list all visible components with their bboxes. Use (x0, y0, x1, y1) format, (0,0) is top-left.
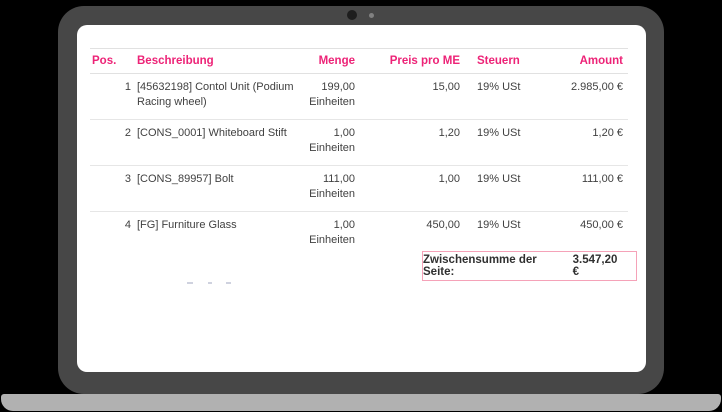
cell-description: [FG] Furniture Glass (135, 218, 303, 248)
qty-unit: Einheiten (309, 188, 355, 200)
cell-price: 450,00 (355, 218, 460, 248)
cell-description: [CONS_0001] Whiteboard Stift (135, 126, 303, 156)
cell-tax: 19% USt (460, 80, 552, 110)
column-header-pos: Pos. (90, 55, 135, 67)
cell-pos: 3 (90, 172, 135, 202)
laptop-screen: Pos. Beschreibung Menge Preis pro ME Ste… (77, 25, 646, 372)
cell-qty: 199,00 Einheiten (303, 80, 355, 110)
cell-amount: 111,00 € (552, 172, 628, 202)
page-subtotal-value: 3.547,20 € (573, 254, 626, 278)
webcam-led-icon (369, 13, 374, 18)
cell-amount: 2.985,00 € (552, 80, 628, 110)
qty-unit: Einheiten (309, 142, 355, 154)
qty-unit: Einheiten (309, 234, 355, 246)
cell-qty: 1,00 Einheiten (303, 218, 355, 248)
cell-tax: 19% USt (460, 218, 552, 248)
laptop-base (1, 394, 721, 411)
cell-price: 1,20 (355, 126, 460, 156)
column-header-price: Preis pro ME (355, 55, 460, 67)
column-header-description: Beschreibung (135, 55, 303, 67)
qty-value: 199,00 (321, 81, 355, 93)
cell-pos: 4 (90, 218, 135, 248)
cell-description: [45632198] Contol Unit (Podium Racing wh… (135, 80, 303, 110)
qty-value: 1,00 (334, 127, 355, 139)
device-mockup: Pos. Beschreibung Menge Preis pro ME Ste… (0, 0, 722, 412)
cell-amount: 1,20 € (552, 126, 628, 156)
page-subtotal-label: Zwischensumme der Seite: (423, 254, 569, 278)
column-header-tax: Steuern (460, 55, 552, 67)
column-header-amount: Amount (552, 55, 628, 67)
cell-amount: 450,00 € (552, 218, 628, 248)
cell-description: [CONS_89957] Bolt (135, 172, 303, 202)
table-body: 1 [45632198] Contol Unit (Podium Racing … (90, 74, 628, 257)
cell-tax: 19% USt (460, 126, 552, 156)
table-row: 2 [CONS_0001] Whiteboard Stift 1,00 Einhe… (90, 120, 628, 166)
qty-value: 1,00 (334, 219, 355, 231)
cell-qty: 1,00 Einheiten (303, 126, 355, 156)
cell-qty: 111,00 Einheiten (303, 172, 355, 202)
webcam-icon (347, 10, 357, 20)
cell-price: 15,00 (355, 80, 460, 110)
table-row: 3 [CONS_89957] Bolt 111,00 Einheiten 1,00… (90, 166, 628, 212)
cell-tax: 19% USt (460, 172, 552, 202)
table-header-row: Pos. Beschreibung Menge Preis pro ME Ste… (90, 48, 628, 74)
invoice-line-items-table: Pos. Beschreibung Menge Preis pro ME Ste… (90, 48, 628, 257)
page-subtotal-box: Zwischensumme der Seite: 3.547,20 € (422, 251, 637, 281)
cell-pos: 1 (90, 80, 135, 110)
qty-value: 111,00 (323, 173, 355, 185)
cell-price: 1,00 (355, 172, 460, 202)
table-row: 1 [45632198] Contol Unit (Podium Racing … (90, 74, 628, 120)
laptop-bezel: Pos. Beschreibung Menge Preis pro ME Ste… (58, 6, 664, 394)
column-header-qty: Menge (303, 55, 355, 67)
cell-pos: 2 (90, 126, 135, 156)
qty-unit: Einheiten (309, 96, 355, 108)
